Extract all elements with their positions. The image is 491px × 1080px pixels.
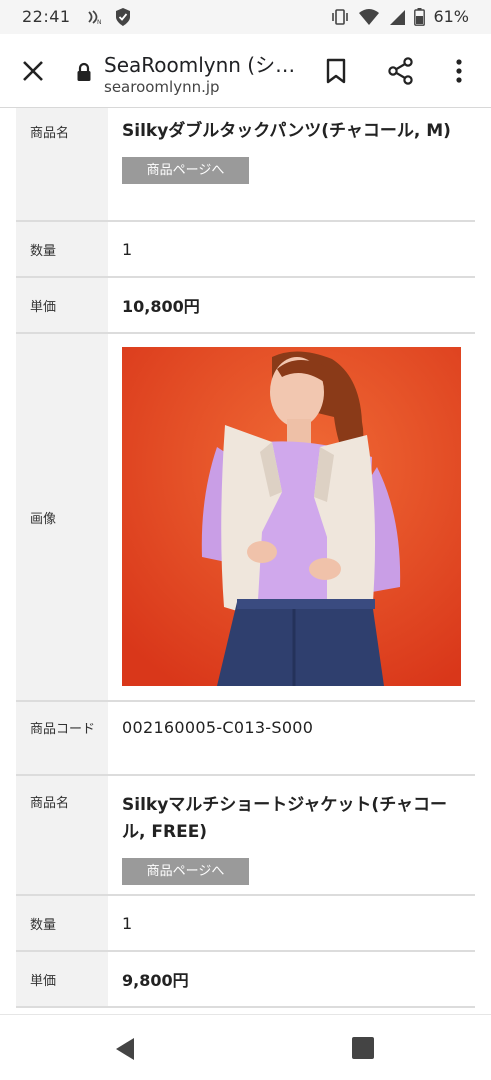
more-vert-icon [456,59,462,83]
table-row: 商品コード 002160005-C013-S000 [16,702,475,776]
close-icon [23,61,43,81]
back-icon[interactable] [112,1035,140,1063]
order-items-table: 商品名 Silkyダブルタックパンツ(チャコール, M) 商品ページへ 数量 1… [16,108,475,1008]
unit-price-label: 単価 [16,952,108,1006]
table-row: 画像 [16,334,475,702]
product-image[interactable] [122,347,461,686]
unit-price-value: 9,800円 [122,971,189,990]
battery-icon [414,7,426,26]
product-name: Silkyダブルタックパンツ(チャコール, M) [122,121,451,141]
share-icon [388,57,413,85]
product-page-button[interactable]: 商品ページへ [122,858,249,885]
table-row: 単価 9,800円 [16,952,475,1008]
quantity-label: 数量 [16,896,108,950]
table-row: 数量 1 [16,896,475,952]
unit-price-label: 単価 [16,278,108,332]
browser-toolbar: SeaRoomlynn (シ… searoomlynn.jp [0,34,491,108]
unit-price-value: 10,800円 [122,297,200,316]
page-url[interactable]: searoomlynn.jp [104,78,220,96]
vibrate-icon [332,8,349,25]
battery-percent: 61% [433,7,469,26]
nfc-icon: N [88,10,102,26]
table-row: 単価 10,800円 [16,278,475,334]
product-page-button[interactable]: 商品ページへ [122,157,249,184]
table-row: 商品名 Silkyマルチショートジャケット(チャコール, FREE) 商品ページ… [16,776,475,896]
more-menu-button[interactable] [449,56,469,86]
wifi-icon [359,8,380,25]
image-label: 画像 [16,334,108,700]
quantity-label: 数量 [16,222,108,276]
status-bar: 22:41 N 61% [0,0,491,34]
home-icon[interactable] [232,1032,262,1062]
lock-icon[interactable] [76,62,92,82]
page-title: SeaRoomlynn (シ… [104,53,296,77]
product-name-label: 商品名 [16,776,108,894]
quantity-value: 1 [122,913,133,933]
product-code-label: 商品コード [16,702,108,774]
product-code-value: 002160005-C013-S000 [122,718,314,737]
share-button[interactable] [386,56,416,86]
table-row: 商品名 Silkyダブルタックパンツ(チャコール, M) 商品ページへ [16,108,475,222]
product-name-label: 商品名 [16,108,108,220]
bookmark-icon [326,58,346,84]
status-time: 22:41 [22,7,71,26]
system-navigation-bar [0,1014,491,1080]
quantity-value: 1 [122,239,133,259]
signal-icon [390,9,406,25]
shield-icon [116,8,130,26]
table-row: 数量 1 [16,222,475,278]
product-name: Silkyマルチショートジャケット(チャコール, FREE) [122,795,448,842]
svg-text:N: N [97,19,102,26]
recents-icon[interactable] [352,1037,374,1059]
bookmark-button[interactable] [322,56,350,86]
close-button[interactable] [18,56,48,86]
product-photo [122,347,461,686]
